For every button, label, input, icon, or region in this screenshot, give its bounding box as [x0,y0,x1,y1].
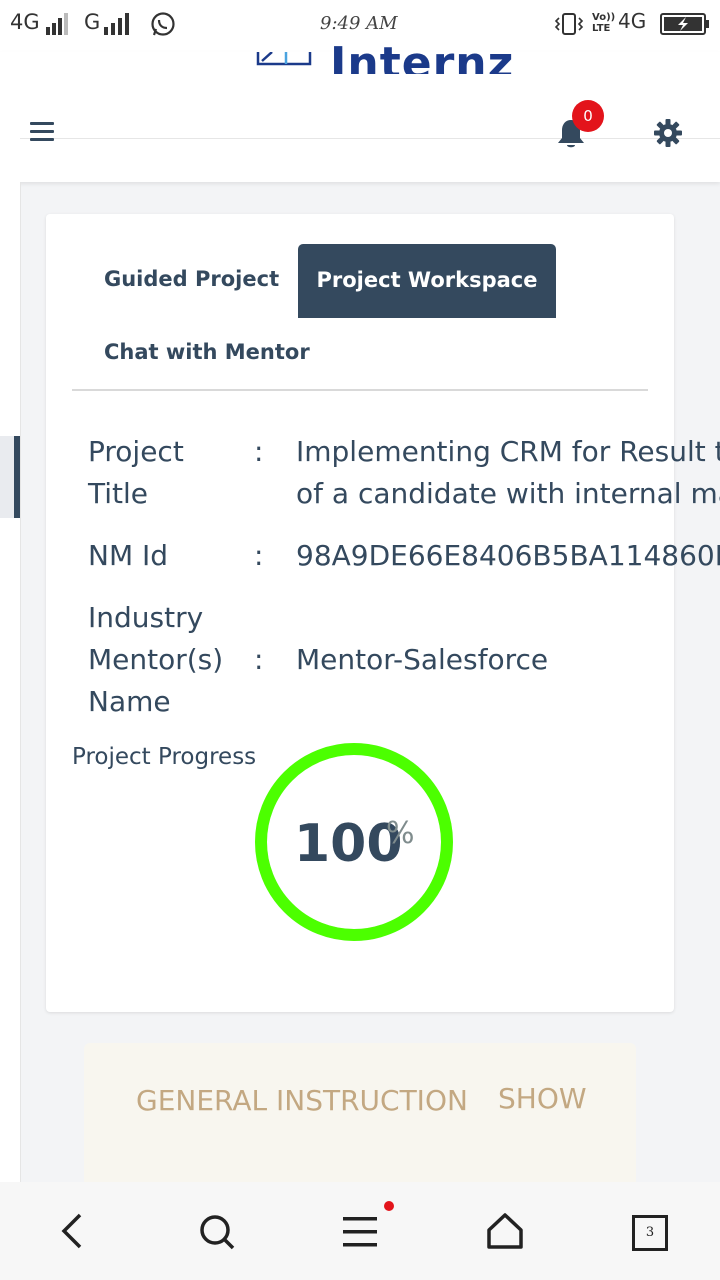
general-instruction-title: GENERAL INSTRUCTION [136,1084,468,1117]
menu-lines-icon[interactable] [343,1215,379,1249]
back-arrow-icon[interactable] [58,1212,86,1250]
settings-gear-icon[interactable] [654,119,682,147]
tab-switcher-button[interactable]: 3 [632,1215,668,1251]
clock: 9:49 AM [320,13,398,34]
general-instruction-panel [84,1043,636,1203]
tabs-divider [72,389,648,391]
vibrate-icon [554,13,584,35]
project-progress-label: Project Progress [72,744,257,770]
menu-notification-dot [384,1201,394,1211]
tab-chat-with-mentor[interactable]: Chat with Mentor [104,340,310,364]
network-type-label: 4G [10,10,40,34]
tab-guided-project[interactable]: Guided Project [104,267,279,291]
home-icon[interactable] [486,1212,524,1250]
show-instructions-button[interactable]: SHOW [498,1082,587,1115]
header-divider [20,138,720,139]
battery-charging-icon [660,13,709,35]
signal-strength-icon-2 [104,13,129,35]
app-header: Internz [0,38,720,182]
hamburger-menu-icon[interactable] [30,122,54,142]
tab-project-workspace[interactable]: Project Workspace [298,244,556,318]
side-rail-indicator [14,436,20,518]
logo-mark-icon [256,52,312,66]
notification-count-badge: 0 [572,100,604,132]
volte-label: Vo)) LTE [592,12,616,34]
whatsapp-icon [151,12,175,36]
side-rail-handle-bg[interactable] [0,436,14,518]
network-type-label-2: G [84,10,101,34]
progress-unit: % [386,816,415,851]
network-type-label-3: 4G [618,9,647,33]
app-logo: Internz [330,38,515,74]
signal-strength-icon [46,13,68,35]
search-icon[interactable] [198,1213,236,1251]
side-rail [0,182,21,1182]
